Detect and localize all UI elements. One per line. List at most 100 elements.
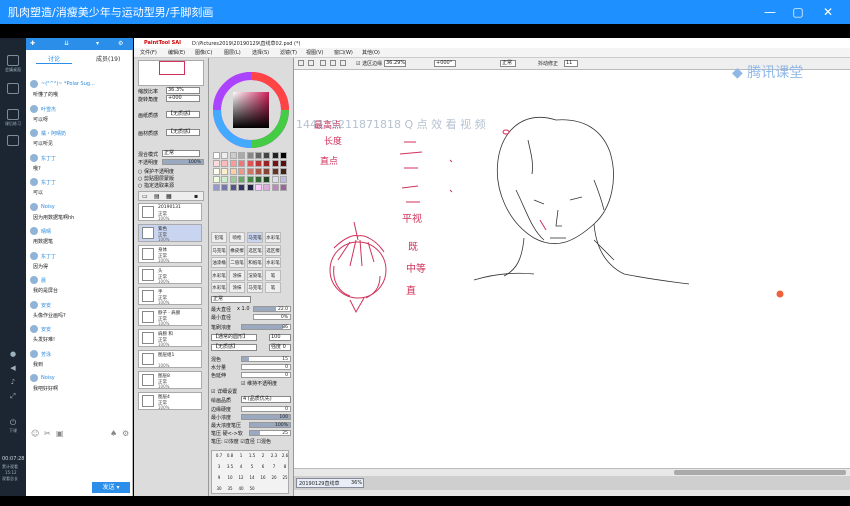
min-size-slider[interactable]: 0% [253, 314, 291, 320]
brush-blend-field[interactable]: 正常 [211, 296, 251, 303]
menu-other[interactable]: 其他(O) [362, 49, 380, 56]
color-swatch[interactable] [221, 176, 229, 183]
tb-select-icon[interactable] [298, 60, 304, 66]
color-swatch[interactable] [238, 176, 246, 183]
layer-item[interactable]: 身体 正常 100% [138, 245, 202, 263]
brush-size-preset[interactable]: 1.5 [247, 453, 257, 458]
color-swatch[interactable] [263, 176, 271, 183]
layer-item[interactable]: 脖子 · 肩膀 正常 100% [138, 308, 202, 326]
pressure-slider[interactable]: 25 [249, 430, 291, 436]
color-swatch[interactable] [271, 184, 279, 191]
tool-button[interactable]: 喷枪 [229, 232, 245, 243]
message-author[interactable]: ~(°^°)~ *Polar Sug... [41, 81, 95, 87]
tool-button[interactable]: 渲染笔 [247, 269, 263, 281]
menu-image[interactable]: 图像(C) [195, 49, 212, 56]
message-author[interactable]: 东丁丁 [41, 253, 56, 260]
tool-button[interactable]: 二值笔 [229, 257, 245, 268]
doc-tab[interactable]: 20190129直线草 36% [296, 478, 364, 488]
tb-zoom-out-icon[interactable] [330, 60, 336, 66]
tab-members[interactable]: 成员(19) [96, 54, 120, 63]
chat-settings-icon[interactable]: ⚙ [118, 40, 123, 47]
layer-item[interactable]: 图层8 正常 100% [138, 371, 202, 389]
brush-size-preset[interactable]: 16 [258, 475, 268, 480]
blend-field[interactable]: 正常 [162, 150, 200, 157]
message-author[interactable]: 东丁丁 [41, 155, 56, 162]
color-swatch[interactable] [229, 160, 237, 167]
color-swatch[interactable] [263, 184, 271, 191]
color-swatch[interactable] [238, 152, 246, 159]
color-swatch[interactable] [246, 168, 254, 175]
color-swatch[interactable] [255, 184, 262, 191]
navigator-preview[interactable] [138, 60, 204, 86]
color-swatch[interactable] [271, 160, 279, 167]
color-swatch[interactable] [221, 160, 229, 167]
protect-opacity-check[interactable]: ○ 保护不透明度 [138, 168, 174, 175]
pin-icon[interactable]: ⇊ [64, 40, 69, 47]
delete-layer-icon[interactable]: ▪ [194, 193, 198, 200]
color-swatch[interactable] [263, 152, 271, 159]
density-slider[interactable]: 86 [241, 324, 291, 330]
zoom-field[interactable]: 36.3% [166, 87, 200, 94]
menu-view[interactable]: 视图(V) [306, 49, 323, 56]
sidenav-item-4[interactable] [2, 134, 24, 158]
brush-size-preset[interactable]: 8 [280, 464, 290, 469]
brush-size-preset[interactable]: 40 [236, 486, 246, 491]
brush-size-preset[interactable]: 7 [269, 464, 279, 469]
color-swatch[interactable] [271, 152, 279, 159]
color-stretch-slider[interactable]: 0 [241, 372, 291, 378]
avatar[interactable] [30, 178, 38, 186]
color-swatch[interactable] [280, 184, 288, 191]
message-author[interactable]: 安安 [41, 302, 51, 309]
layer-folder[interactable]: 20190131 正常 100% [138, 203, 202, 221]
sidenav-item-homework[interactable]: 课后练习 [2, 108, 24, 132]
brush-texture-field[interactable]: 【无质感】 [211, 344, 257, 351]
brush-texture-value[interactable]: 强度 0 [269, 344, 291, 351]
color-swatch[interactable] [255, 152, 262, 159]
color-swatch[interactable] [271, 168, 279, 175]
new-vector-icon[interactable]: ▦ [166, 193, 172, 200]
color-swatch[interactable] [246, 152, 254, 159]
new-folder-icon[interactable]: ▤ [154, 193, 160, 200]
scissors-icon[interactable]: ✂ [44, 429, 51, 438]
tool-button[interactable]: 水彩笔 [211, 282, 227, 293]
message-author[interactable]: Noisy [41, 375, 55, 381]
more-icon[interactable]: ⚙ [122, 429, 129, 438]
message-author[interactable]: 橘・阿晴奶 [41, 130, 66, 137]
emoji-icon[interactable]: ☺ [31, 429, 39, 438]
tool-button[interactable]: 马克笔 [247, 282, 263, 293]
pressure-options[interactable]: 笔压: ☑浓度 ☑直径 ☐混色 [211, 438, 271, 445]
color-swatch[interactable] [221, 152, 229, 159]
tb-zoom-in-icon[interactable] [320, 60, 326, 66]
tool-button[interactable]: 涂抹 [229, 282, 245, 293]
message-author[interactable]: 安安 [41, 326, 51, 333]
color-swatch[interactable] [213, 184, 220, 191]
brush-size-preset[interactable]: 1 [236, 453, 246, 458]
menu-filter[interactable]: 滤镜(T) [280, 49, 297, 56]
tab-discussion[interactable]: 讨论 [48, 54, 60, 63]
layer-item[interactable]: 肩膀 和正常 100% [138, 329, 202, 347]
opacity-slider[interactable]: 100% [162, 159, 204, 165]
menu-file[interactable]: 文件(F) [140, 49, 157, 56]
brush-size-preset[interactable]: 20 [269, 475, 279, 480]
avatar[interactable] [30, 325, 38, 333]
brush-shape-value[interactable]: 100 [269, 334, 291, 341]
edge-slider[interactable]: 0 [241, 406, 291, 412]
new-layer-icon[interactable]: ▭ [142, 193, 148, 200]
brush-size-preset[interactable]: 2.6 [280, 453, 290, 458]
tool-button[interactable]: 选区笔 [247, 244, 263, 256]
brush-size-mult[interactable]: x 1.0 [237, 306, 250, 312]
avatar[interactable] [30, 80, 38, 88]
color-swatch[interactable] [213, 176, 220, 183]
sidenav-item-desktop[interactable]: 会議桌面 [2, 54, 24, 78]
color-swatch[interactable] [213, 152, 220, 159]
minimize-button[interactable]: — [760, 2, 780, 22]
message-author[interactable]: 芳泳 [41, 351, 51, 358]
avatar[interactable] [30, 276, 38, 284]
tb-anti-alias[interactable]: ☑ 选区边缘 [356, 60, 382, 67]
avatar[interactable] [30, 129, 38, 137]
detail-settings-check[interactable]: ☑ 详细设置 [211, 388, 237, 395]
brush-size-slider[interactable]: 22.0 [253, 306, 291, 312]
color-swatch[interactable] [238, 160, 246, 167]
max-pressure-slider[interactable]: 100% [249, 422, 291, 428]
color-swatch[interactable] [255, 168, 262, 175]
